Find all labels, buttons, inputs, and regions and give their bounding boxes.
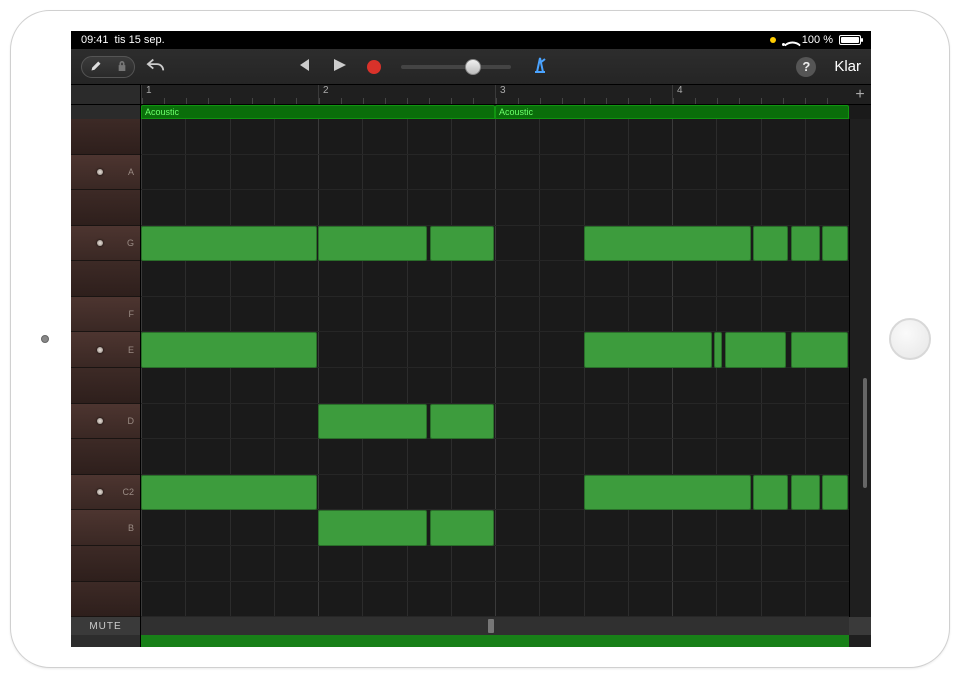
metronome-button[interactable]	[531, 56, 549, 77]
wifi-icon	[782, 35, 796, 45]
volume-slider[interactable]	[401, 65, 511, 69]
edit-lock-toggle[interactable]	[81, 56, 135, 78]
add-bar-button[interactable]: +	[849, 85, 871, 104]
midi-note[interactable]	[725, 332, 786, 368]
key-label: F	[129, 309, 135, 319]
midi-note[interactable]	[430, 510, 494, 546]
lock-icon	[117, 59, 127, 75]
ruler-bar[interactable]: 1	[141, 85, 318, 104]
midi-note[interactable]	[318, 226, 427, 262]
mute-bar: MUTE	[71, 617, 871, 635]
ruler-bar[interactable]: 2	[318, 85, 495, 104]
midi-note[interactable]	[791, 332, 848, 368]
ipad-home-button[interactable]	[889, 318, 931, 360]
midi-note[interactable]	[714, 332, 722, 368]
piano-roll-grid[interactable]: A G F E D C2 B	[71, 119, 871, 617]
status-bar: 09:41 tis 15 sep. 100 %	[71, 31, 871, 49]
midi-note[interactable]	[791, 475, 820, 511]
region-header: Acoustic Acoustic	[71, 105, 871, 119]
midi-note[interactable]	[584, 475, 751, 511]
key-label: G	[127, 238, 134, 248]
status-time: 09:41	[81, 34, 109, 46]
pencil-icon	[90, 59, 102, 75]
midi-note[interactable]	[318, 510, 427, 546]
midi-note[interactable]	[791, 226, 820, 262]
fret-dot-icon	[97, 418, 103, 424]
ruler-gutter	[71, 85, 141, 104]
key-row[interactable]: G	[71, 226, 140, 262]
midi-note[interactable]	[584, 332, 712, 368]
midi-note[interactable]	[430, 226, 494, 262]
midi-note[interactable]	[430, 404, 494, 440]
battery-icon	[839, 35, 861, 45]
region-gutter	[71, 105, 141, 119]
rewind-button[interactable]	[295, 57, 311, 76]
key-row[interactable]	[71, 582, 140, 617]
ruler-bar[interactable]: 4	[672, 85, 849, 104]
fret-dot-icon	[97, 347, 103, 353]
record-button[interactable]	[367, 60, 381, 74]
mute-label[interactable]: MUTE	[71, 617, 141, 635]
undo-button[interactable]	[145, 56, 167, 77]
key-row[interactable]: D	[71, 404, 140, 440]
fret-dot-icon	[97, 240, 103, 246]
key-row[interactable]	[71, 261, 140, 297]
status-date: tis 15 sep.	[115, 34, 165, 46]
play-button[interactable]	[331, 57, 347, 76]
key-label: B	[128, 523, 134, 533]
midi-note[interactable]	[584, 226, 751, 262]
key-label: E	[128, 345, 134, 355]
key-row[interactable]: B	[71, 510, 140, 546]
fret-dot-icon	[97, 489, 103, 495]
midi-note[interactable]	[822, 475, 848, 511]
midi-note[interactable]	[318, 404, 427, 440]
key-row[interactable]	[71, 368, 140, 404]
key-row[interactable]	[71, 119, 140, 155]
grid-right-pad	[849, 119, 871, 617]
key-row[interactable]: F	[71, 297, 140, 333]
region-right[interactable]: Acoustic	[495, 105, 849, 119]
ruler-bar[interactable]: 3	[495, 85, 672, 104]
toolbar: ? Klar	[71, 49, 871, 85]
key-row[interactable]: E	[71, 332, 140, 368]
midi-note[interactable]	[141, 332, 317, 368]
key-row[interactable]: A	[71, 155, 140, 191]
transport-controls	[295, 56, 549, 77]
bottom-region[interactable]	[141, 635, 849, 647]
midi-note[interactable]	[753, 475, 787, 511]
key-label: D	[128, 416, 135, 426]
midi-note[interactable]	[753, 226, 787, 262]
note-area[interactable]	[141, 119, 871, 617]
battery-percent: 100 %	[802, 34, 833, 46]
app-screen: 09:41 tis 15 sep. 100 %	[71, 31, 871, 647]
key-row[interactable]	[71, 190, 140, 226]
key-row[interactable]	[71, 546, 140, 582]
mute-track[interactable]	[141, 617, 849, 635]
ipad-camera	[41, 335, 49, 343]
midi-note[interactable]	[822, 226, 848, 262]
midi-note[interactable]	[141, 226, 317, 262]
help-button[interactable]: ?	[796, 57, 816, 77]
key-label: C2	[122, 487, 134, 497]
vertical-scrollbar[interactable]	[863, 378, 867, 488]
volume-thumb[interactable]	[465, 59, 481, 75]
midi-note[interactable]	[141, 475, 317, 511]
playhead-handle[interactable]	[488, 619, 494, 633]
ipad-frame: 09:41 tis 15 sep. 100 %	[10, 10, 950, 668]
fret-dot-icon	[97, 169, 103, 175]
key-row[interactable]	[71, 439, 140, 475]
region-left[interactable]: Acoustic	[141, 105, 495, 119]
timeline-ruler[interactable]: 1234 +	[71, 85, 871, 105]
bottom-region-strip	[71, 635, 871, 647]
done-button[interactable]: Klar	[834, 58, 861, 75]
pitch-keys: A G F E D C2 B	[71, 119, 141, 617]
key-label: A	[128, 167, 134, 177]
location-indicator-icon	[770, 37, 776, 43]
key-row[interactable]: C2	[71, 475, 140, 511]
